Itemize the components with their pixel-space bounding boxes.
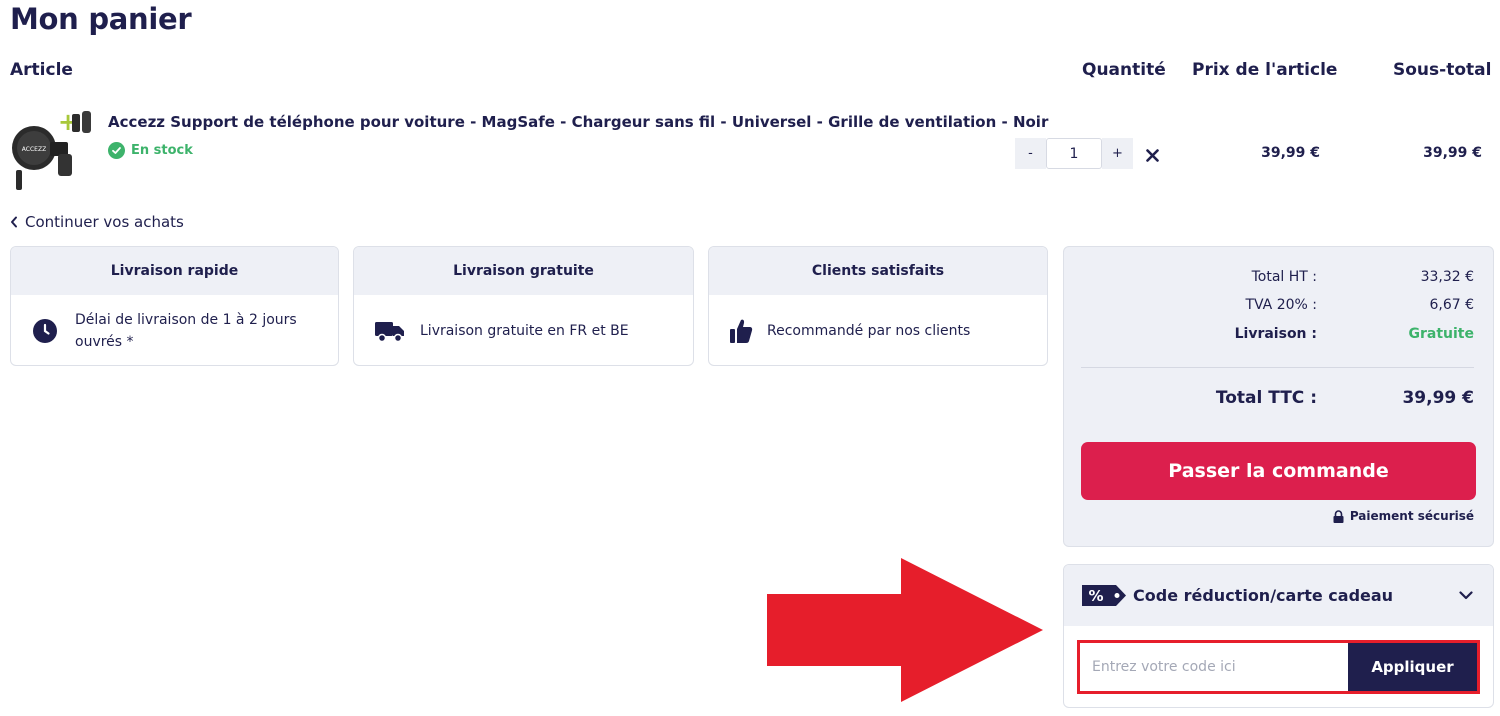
quantity-input[interactable] — [1046, 138, 1102, 169]
chevron-down-icon[interactable] — [1459, 591, 1473, 600]
column-header-unit-price: Prix de l'article — [1192, 60, 1338, 80]
page-title: Mon panier — [10, 2, 192, 36]
continue-shopping-label: Continuer vos achats — [25, 213, 184, 231]
tva-value: 6,67 € — [1429, 297, 1474, 313]
remove-item-icon[interactable] — [1143, 144, 1161, 166]
increment-button[interactable]: + — [1102, 138, 1133, 169]
truck-icon — [375, 322, 404, 343]
apply-code-button[interactable]: Appliquer — [1348, 643, 1477, 691]
feature-fast-delivery: Livraison rapide Délai de livraison de 1… — [10, 246, 339, 366]
secure-payment-note: Paiement sécurisé — [1333, 509, 1474, 523]
lock-icon — [1333, 509, 1344, 523]
continue-shopping-link[interactable]: Continuer vos achats — [10, 213, 184, 231]
total-ttc-label: Total TTC : — [1215, 388, 1317, 408]
promo-code-input[interactable] — [1080, 643, 1348, 691]
product-name[interactable]: Accezz Support de téléphone pour voiture… — [108, 113, 1048, 131]
stock-label: En stock — [131, 143, 193, 158]
summary-divider — [1081, 367, 1474, 368]
clock-icon — [33, 319, 57, 343]
subtotal-price: 39,99 € — [1423, 145, 1482, 161]
feature-title: Livraison gratuite — [354, 247, 693, 295]
total-ttc-value: 39,99 € — [1402, 388, 1474, 408]
promo-code-highlight: Appliquer — [1077, 640, 1480, 694]
total-ht-value: 33,32 € — [1420, 269, 1474, 285]
promo-code-title: Code réduction/carte cadeau — [1133, 586, 1394, 605]
stock-status: En stock — [108, 142, 193, 159]
feature-text: Recommandé par nos clients — [767, 323, 971, 339]
column-header-subtotal: Sous-total — [1393, 60, 1492, 80]
column-header-article: Article — [10, 60, 73, 80]
decrement-button[interactable]: - — [1015, 138, 1046, 169]
feature-text: Délai de livraison de 1 à 2 jours ouvrés… — [75, 312, 297, 350]
annotation-arrow — [767, 558, 1043, 702]
feature-title: Livraison rapide — [11, 247, 338, 295]
feature-free-delivery: Livraison gratuite Livraison gratuite en… — [353, 246, 694, 366]
place-order-button[interactable]: Passer la commande — [1081, 442, 1476, 500]
feature-text: Livraison gratuite en FR et BE — [420, 323, 629, 339]
feature-title: Clients satisfaits — [709, 247, 1047, 295]
discount-tag-icon: % — [1082, 585, 1126, 606]
product-image-brand: ACCEZZ — [22, 146, 46, 153]
product-image[interactable]: + ACCEZZ — [10, 108, 98, 194]
chevron-left-icon — [11, 216, 17, 228]
shipping-value: Gratuite — [1408, 326, 1475, 342]
promo-code-panel: % Code réduction/carte cadeau Appliquer — [1063, 564, 1494, 708]
check-circle-icon — [108, 142, 125, 159]
secure-payment-label: Paiement sécurisé — [1349, 509, 1474, 523]
discount-tag-label: % — [1088, 587, 1103, 605]
feature-satisfied-clients: Clients satisfaits Recommandé par nos cl… — [708, 246, 1048, 366]
tva-label: TVA 20% : — [1245, 297, 1317, 313]
total-ht-label: Total HT : — [1251, 269, 1317, 285]
unit-price: 39,99 € — [1261, 145, 1320, 161]
column-header-quantity: Quantité — [1082, 60, 1166, 80]
shipping-label: Livraison : — [1234, 326, 1317, 342]
order-summary: Total HT : 33,32 € TVA 20% : 6,67 € Livr… — [1063, 246, 1494, 547]
quantity-stepper: - + — [1015, 138, 1133, 169]
thumbs-up-icon — [730, 319, 753, 343]
promo-code-toggle[interactable]: % Code réduction/carte cadeau — [1064, 565, 1493, 626]
